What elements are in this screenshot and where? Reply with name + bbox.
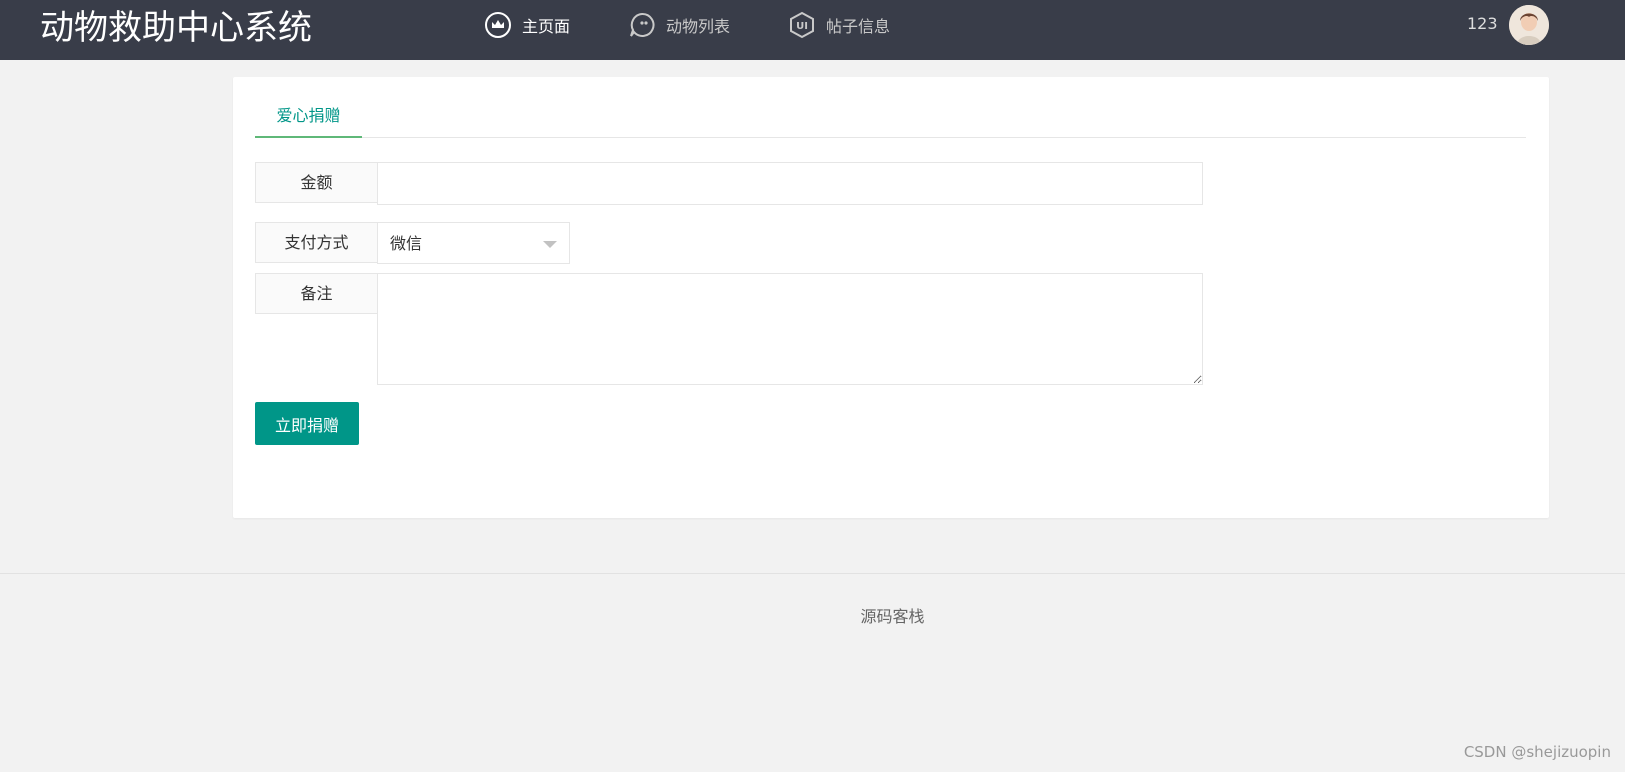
crown-icon <box>484 11 512 39</box>
footer-divider <box>0 573 1625 574</box>
chat-bubble-icon <box>628 11 656 39</box>
donate-now-button[interactable]: 立即捐赠 <box>255 402 359 445</box>
tab-bar: 爱心捐赠 <box>255 97 1526 138</box>
avatar[interactable] <box>1509 5 1549 45</box>
app-logo[interactable]: 动物救助中心系统 <box>40 6 312 50</box>
top-header: 动物救助中心系统 主页面 动物列表 UI 帖子信息 123 <box>0 0 1625 60</box>
svg-text:UI: UI <box>796 21 808 32</box>
csdn-watermark: CSDN @shejizuopin <box>1463 743 1611 761</box>
payment-label: 支付方式 <box>255 222 378 263</box>
nav-label-posts: 帖子信息 <box>826 17 891 36</box>
payment-select[interactable]: 微信 <box>377 222 570 264</box>
donation-card: 爱心捐赠 金额 支付方式 微信 备注 <box>233 77 1549 518</box>
nav-item-home[interactable]: 主页面 <box>484 8 570 42</box>
nav-label-home: 主页面 <box>522 17 571 36</box>
nav-item-animal-list[interactable]: 动物列表 <box>628 8 730 42</box>
footer-text: 源码客栈 <box>860 607 925 626</box>
nav-label-animal-list: 动物列表 <box>666 17 731 36</box>
payment-selected-value: 微信 <box>390 234 423 253</box>
tab-donation[interactable]: 爱心捐赠 <box>255 97 362 138</box>
caret-down-icon <box>543 241 557 248</box>
nav-item-posts[interactable]: UI 帖子信息 <box>788 8 890 42</box>
remark-textarea[interactable] <box>377 273 1203 385</box>
remark-label: 备注 <box>255 273 378 314</box>
amount-input[interactable] <box>377 162 1203 205</box>
user-name[interactable]: 123 <box>1467 14 1498 33</box>
amount-label: 金额 <box>255 162 378 203</box>
ui-shield-icon: UI <box>788 11 816 39</box>
